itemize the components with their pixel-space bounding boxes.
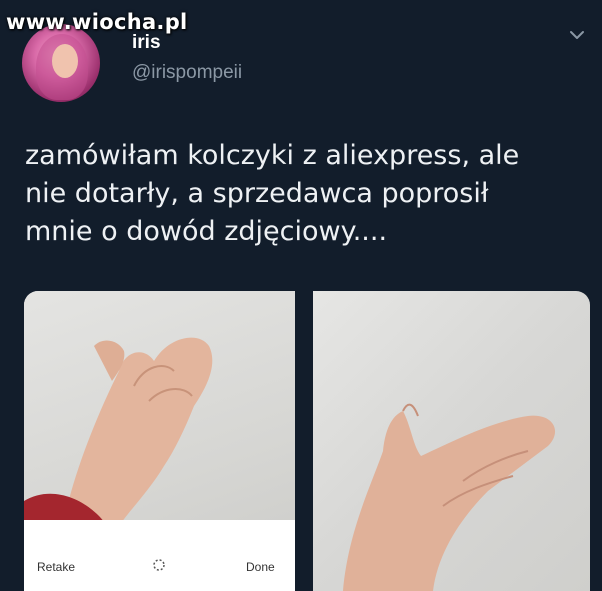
- tweet-text: zamówiłam kolczyki z aliexpress, ale nie…: [25, 137, 595, 251]
- spinner-icon: [153, 559, 165, 571]
- done-button[interactable]: Done: [246, 560, 275, 574]
- retake-button[interactable]: Retake: [37, 560, 75, 574]
- media-photo-right[interactable]: [313, 291, 590, 591]
- hand-image: [343, 403, 556, 591]
- tweet-text-line: nie dotarły, a sprzedawca poprosił: [25, 178, 489, 209]
- avatar-face: [52, 44, 78, 78]
- watermark: www.wiocha.pl: [6, 10, 188, 34]
- avatar[interactable]: [22, 24, 100, 102]
- display-name[interactable]: iris: [132, 32, 161, 54]
- media-grid: Retake Done: [24, 291, 590, 591]
- chevron-down-icon[interactable]: [569, 27, 585, 43]
- camera-bar: Retake Done: [24, 520, 295, 591]
- tweet-text-line: zamówiłam kolczyki z aliexpress, ale: [25, 140, 520, 171]
- tweet-text-line: mnie o dowód zdjęciowy....: [25, 216, 388, 247]
- media-photo-left[interactable]: Retake Done: [24, 291, 295, 591]
- user-handle[interactable]: @irispompeii: [132, 62, 242, 84]
